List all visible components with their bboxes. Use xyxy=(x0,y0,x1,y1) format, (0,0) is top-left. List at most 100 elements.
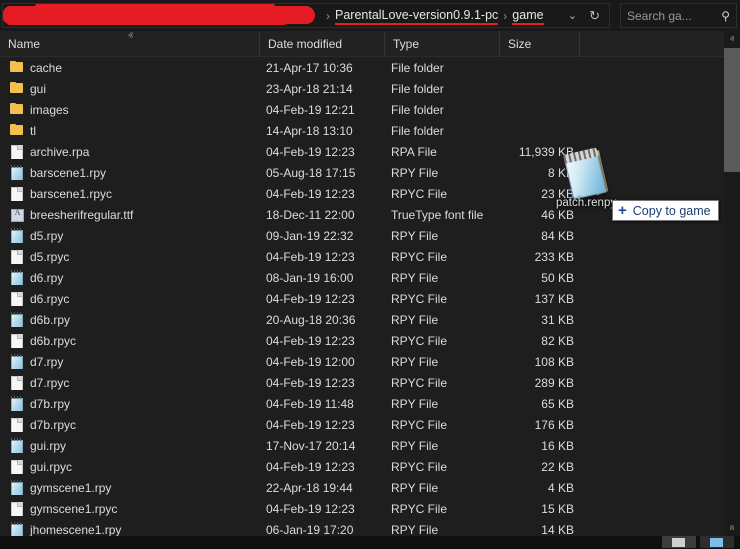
file-size-cell: 233 KB xyxy=(500,250,580,264)
column-header-type[interactable]: Type xyxy=(385,31,500,57)
folder-icon xyxy=(10,123,23,138)
file-name-cell: d6b.rpy xyxy=(0,312,260,327)
notepad-icon xyxy=(10,312,23,327)
file-row[interactable]: gymscene1.rpyc04-Feb-19 12:23RPYC File15… xyxy=(0,498,740,519)
file-name-label: d5.rpyc xyxy=(30,250,69,264)
file-name-label: d7.rpyc xyxy=(30,376,69,390)
file-name-label: images xyxy=(30,103,69,117)
taskbar-item-1[interactable] xyxy=(662,536,696,548)
file-name-cell: d5.rpy xyxy=(0,228,260,243)
page-icon xyxy=(10,186,23,201)
file-name-label: gymscene1.rpy xyxy=(30,481,111,495)
file-row[interactable]: images04-Feb-19 12:21File folder xyxy=(0,99,740,120)
file-row[interactable]: d7.rpyc04-Feb-19 12:23RPYC File289 KB xyxy=(0,372,740,393)
breadcrumb-separator-2: › xyxy=(498,10,512,22)
file-name-cell: jhomescene1.rpy xyxy=(0,522,260,537)
file-name-cell: barscene1.rpy xyxy=(0,165,260,180)
vertical-scrollbar[interactable]: ⱏ ⱞ xyxy=(724,31,740,536)
file-row[interactable]: gymscene1.rpy22-Apr-18 19:44RPY File4 KB xyxy=(0,477,740,498)
notepad-icon xyxy=(10,165,23,180)
file-row[interactable]: gui.rpyc04-Feb-19 12:23RPYC File22 KB xyxy=(0,456,740,477)
breadcrumb-underline-parentallove xyxy=(335,23,498,26)
file-row[interactable]: cache21-Apr-17 10:36File folder xyxy=(0,57,740,78)
file-size-cell: 4 KB xyxy=(500,481,580,495)
page-icon xyxy=(10,375,23,390)
page-icon xyxy=(10,249,23,264)
file-size-cell: 84 KB xyxy=(500,229,580,243)
file-name-cell: gymscene1.rpyc xyxy=(0,501,260,516)
file-row[interactable]: d6b.rpyc04-Feb-19 12:23RPYC File82 KB xyxy=(0,330,740,351)
file-type-cell: TrueType font file xyxy=(385,208,500,222)
file-type-cell: File folder xyxy=(385,103,500,117)
file-type-cell: File folder xyxy=(385,124,500,138)
file-name-cell: d6.rpy xyxy=(0,270,260,285)
scrollbar-thumb[interactable] xyxy=(724,48,740,172)
file-name-cell: barscene1.rpyc xyxy=(0,186,260,201)
file-row[interactable]: d6b.rpy20-Aug-18 20:36RPY File31 KB xyxy=(0,309,740,330)
file-name-label: d6b.rpy xyxy=(30,313,70,327)
search-box[interactable]: Search ga... ⚲ xyxy=(620,3,737,28)
file-row[interactable]: d5.rpyc04-Feb-19 12:23RPYC File233 KB xyxy=(0,246,740,267)
file-name-cell: d7.rpyc xyxy=(0,375,260,390)
notepad-icon xyxy=(10,522,23,537)
file-name-cell: archive.rpa xyxy=(0,144,260,159)
file-type-cell: RPY File xyxy=(385,271,500,285)
file-size-cell: 289 KB xyxy=(500,376,580,390)
file-type-cell: File folder xyxy=(385,61,500,75)
file-date-cell: 04-Feb-19 11:48 xyxy=(260,397,385,411)
notepad-icon xyxy=(10,438,23,453)
column-header-name-label: Name xyxy=(8,37,40,51)
file-name-label: gymscene1.rpyc xyxy=(30,502,117,516)
file-explorer-window: › ParentalLove-version0.9.1-pc › game ⌄ … xyxy=(0,0,740,549)
file-size-cell: 31 KB xyxy=(500,313,580,327)
file-size-cell: 50 KB xyxy=(500,271,580,285)
file-name-label: barscene1.rpyc xyxy=(30,187,112,201)
file-row[interactable]: gui23-Apr-18 21:14File folder xyxy=(0,78,740,99)
refresh-icon[interactable]: ↻ xyxy=(589,8,600,24)
breadcrumb-item-parentallove[interactable]: ParentalLove-version0.9.1-pc xyxy=(335,8,498,23)
column-header-name[interactable]: Name ⱏ xyxy=(0,31,260,57)
file-row[interactable]: archive.rpa04-Feb-19 12:23RPA File11,939… xyxy=(0,141,740,162)
breadcrumb-label-parentallove: ParentalLove-version0.9.1-pc xyxy=(335,8,498,22)
file-row[interactable]: d7.rpy04-Feb-19 12:00RPY File108 KB xyxy=(0,351,740,372)
folder-icon xyxy=(10,102,23,117)
file-row[interactable]: d7b.rpyc04-Feb-19 12:23RPYC File176 KB xyxy=(0,414,740,435)
file-list[interactable]: cache21-Apr-17 10:36File foldergui23-Apr… xyxy=(0,57,740,549)
breadcrumb-bar[interactable]: › ParentalLove-version0.9.1-pc › game ⌄ … xyxy=(2,3,610,28)
column-header-size[interactable]: Size xyxy=(500,31,580,57)
file-name-label: gui.rpyc xyxy=(30,460,72,474)
scroll-down-arrow-icon[interactable]: ⱞ xyxy=(724,520,740,536)
file-date-cell: 18-Dec-11 22:00 xyxy=(260,208,385,222)
file-name-cell: d7b.rpyc xyxy=(0,417,260,432)
file-row[interactable]: d5.rpy09-Jan-19 22:32RPY File84 KB xyxy=(0,225,740,246)
file-name-label: breesherifregular.ttf xyxy=(30,208,133,222)
file-row[interactable]: tl14-Apr-18 13:10File folder xyxy=(0,120,740,141)
file-name-label: cache xyxy=(30,61,62,75)
file-date-cell: 09-Jan-19 22:32 xyxy=(260,229,385,243)
file-date-cell: 04-Feb-19 12:23 xyxy=(260,250,385,264)
file-type-cell: RPY File xyxy=(385,355,500,369)
file-row[interactable]: gui.rpy17-Nov-17 20:14RPY File16 KB xyxy=(0,435,740,456)
drop-hint-text: Copy to game xyxy=(633,204,711,218)
file-type-cell: RPY File xyxy=(385,313,500,327)
file-date-cell: 04-Feb-19 12:23 xyxy=(260,334,385,348)
file-date-cell: 23-Apr-18 21:14 xyxy=(260,82,385,96)
file-row[interactable]: d6.rpyc04-Feb-19 12:23RPYC File137 KB xyxy=(0,288,740,309)
column-header-date-modified[interactable]: Date modified xyxy=(260,31,385,57)
folder-icon xyxy=(10,60,23,75)
search-input[interactable]: Search ga... xyxy=(627,9,721,23)
file-date-cell: 04-Feb-19 12:23 xyxy=(260,502,385,516)
address-bar: › ParentalLove-version0.9.1-pc › game ⌄ … xyxy=(0,0,740,31)
file-row[interactable]: d6.rpy08-Jan-19 16:00RPY File50 KB xyxy=(0,267,740,288)
scroll-up-arrow-icon[interactable]: ⱏ xyxy=(724,31,740,47)
chevron-down-icon[interactable]: ⌄ xyxy=(568,9,577,22)
breadcrumb-underline-game xyxy=(512,23,543,26)
breadcrumb-item-game[interactable]: game xyxy=(512,8,543,23)
page-icon xyxy=(10,501,23,516)
file-size-cell: 65 KB xyxy=(500,397,580,411)
file-name-cell: tl xyxy=(0,123,260,138)
file-name-cell: d7b.rpy xyxy=(0,396,260,411)
taskbar-item-2[interactable] xyxy=(700,536,734,548)
file-row[interactable]: barscene1.rpy05-Aug-18 17:15RPY File8 KB xyxy=(0,162,740,183)
file-row[interactable]: d7b.rpy04-Feb-19 11:48RPY File65 KB xyxy=(0,393,740,414)
